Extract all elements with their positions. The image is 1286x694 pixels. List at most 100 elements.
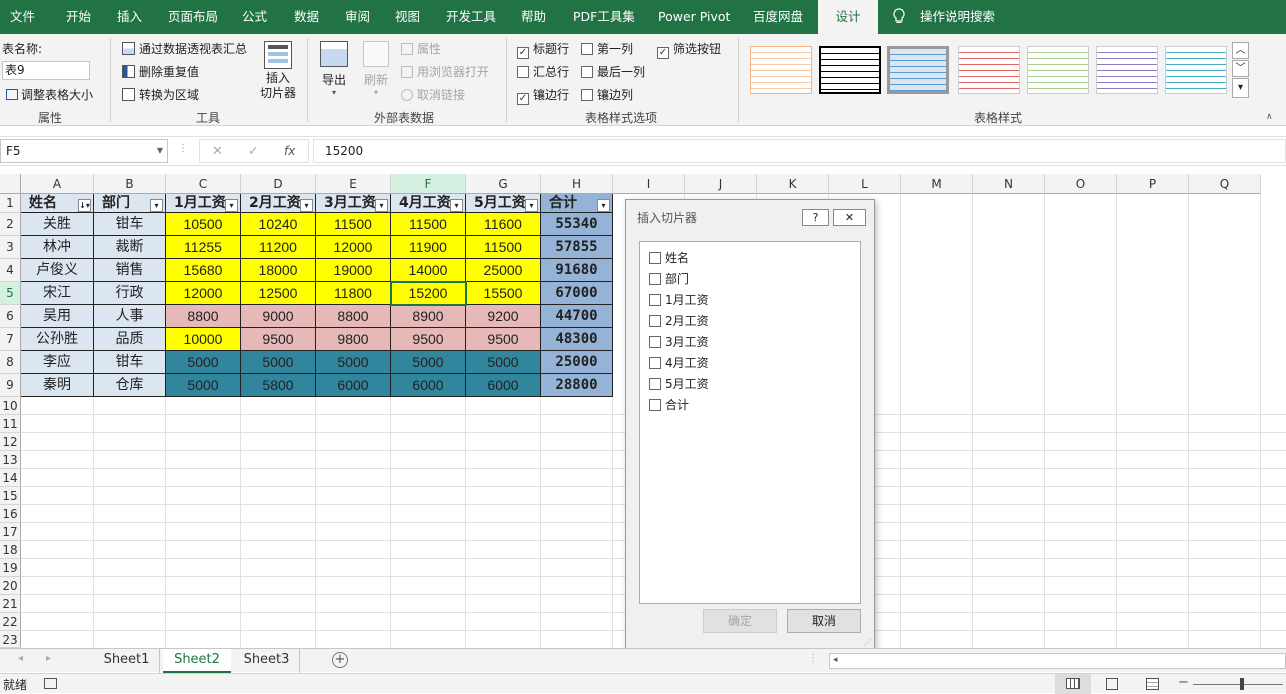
table-style-teal[interactable] (1165, 46, 1227, 94)
number-cell[interactable]: 10500 (166, 213, 241, 236)
filter-dropdown-icon[interactable]: ↓▾ (78, 199, 91, 212)
tab-baidu-netdisk[interactable]: 百度网盘 (753, 0, 803, 34)
header-cell[interactable]: 1月工资 ▾ (166, 194, 241, 213)
row-header-16[interactable]: 16 (0, 505, 21, 523)
number-cell[interactable]: 11500 (391, 213, 466, 236)
number-cell[interactable]: 18000 (241, 259, 316, 282)
collapse-ribbon-icon[interactable]: ∧ (1266, 112, 1273, 122)
filter-button-checkbox[interactable]: ✓ 筛选按钮 (657, 40, 721, 59)
row-header-8[interactable]: 8 (0, 351, 21, 374)
number-cell[interactable]: 9500 (466, 328, 541, 351)
sheet-tab-2-active[interactable]: Sheet2 (163, 649, 231, 673)
number-cell[interactable]: 9500 (391, 328, 466, 351)
number-cell[interactable]: 48300 (541, 328, 613, 351)
hscroll-left-icon[interactable]: ◂ (833, 655, 838, 665)
table-style-blue-selected[interactable] (887, 46, 949, 94)
number-cell[interactable]: 9200 (466, 305, 541, 328)
column-header-E[interactable]: E (316, 174, 391, 194)
sheet-tab-3[interactable]: Sheet3 (234, 649, 300, 673)
text-cell[interactable]: 人事 (94, 305, 166, 328)
column-header-Q[interactable]: Q (1189, 174, 1261, 194)
row-header-22[interactable]: 22 (0, 613, 21, 631)
row-header-13[interactable]: 13 (0, 451, 21, 469)
banded-columns-checkbox[interactable]: 镶边列 (581, 86, 633, 103)
field-checkbox-item[interactable]: 5月工资 (649, 375, 709, 392)
number-cell[interactable]: 6000 (466, 374, 541, 397)
summarize-pivot-button[interactable]: 通过数据透视表汇总 (122, 40, 247, 57)
normal-view-icon[interactable] (1055, 674, 1091, 694)
number-cell[interactable]: 11200 (241, 236, 316, 259)
cancel-icon[interactable]: ✕ (212, 144, 223, 159)
tab-insert[interactable]: 插入 (117, 0, 142, 34)
formula-input[interactable]: 15200 (313, 139, 1286, 163)
number-cell[interactable]: 5800 (241, 374, 316, 397)
header-cell[interactable]: 3月工资 ▾ (316, 194, 391, 213)
text-cell[interactable]: 裁断 (94, 236, 166, 259)
row-header-3[interactable]: 3 (0, 236, 21, 259)
number-cell[interactable]: 14000 (391, 259, 466, 282)
macro-record-icon[interactable] (44, 678, 57, 689)
cancel-button[interactable]: 取消 (787, 609, 861, 633)
text-cell[interactable]: 公孙胜 (21, 328, 94, 351)
text-cell[interactable]: 李应 (21, 351, 94, 374)
column-header-H[interactable]: H (541, 174, 613, 194)
properties-button[interactable]: 属性 (401, 40, 441, 57)
column-header-G[interactable]: G (466, 174, 541, 194)
name-box[interactable]: F5 ▼ (0, 139, 168, 163)
number-cell[interactable]: 5000 (241, 351, 316, 374)
insert-slicer-button[interactable]: 插入 切片器 (258, 38, 298, 104)
zoom-out-icon[interactable]: − (1178, 675, 1189, 690)
text-cell[interactable]: 钳车 (94, 351, 166, 374)
number-cell[interactable]: 11800 (316, 282, 391, 305)
tab-power-pivot[interactable]: Power Pivot (658, 0, 730, 34)
horizontal-scrollbar[interactable]: ◂ (829, 653, 1286, 669)
scroll-right-icon[interactable]: ▸ (46, 653, 51, 664)
number-cell[interactable]: 57855 (541, 236, 613, 259)
number-cell[interactable]: 8800 (166, 305, 241, 328)
row-header-21[interactable]: 21 (0, 595, 21, 613)
number-cell[interactable]: 5000 (316, 351, 391, 374)
tab-developer[interactable]: 开发工具 (446, 0, 496, 34)
tab-review[interactable]: 审阅 (345, 0, 370, 34)
text-cell[interactable]: 仓库 (94, 374, 166, 397)
open-in-browser-button[interactable]: 用浏览器打开 (401, 63, 489, 80)
enter-icon[interactable]: ✓ (248, 144, 259, 159)
row-header-7[interactable]: 7 (0, 328, 21, 351)
tab-design[interactable]: 设计 (818, 0, 878, 34)
field-checkbox-item[interactable]: 部门 (649, 270, 689, 287)
styles-scroll-up-icon[interactable]: ︿ (1232, 42, 1249, 59)
number-cell[interactable]: 8900 (391, 305, 466, 328)
table-style-black[interactable] (819, 46, 881, 94)
number-cell[interactable]: 10240 (241, 213, 316, 236)
banded-rows-checkbox[interactable]: ✓ 镶边行 (517, 86, 569, 105)
tab-help[interactable]: 帮助 (521, 0, 546, 34)
number-cell[interactable]: 11500 (316, 213, 391, 236)
unlink-button[interactable]: 取消链接 (401, 86, 465, 103)
help-button[interactable]: ? (802, 209, 829, 226)
column-header-N[interactable]: N (973, 174, 1045, 194)
text-cell[interactable]: 吴用 (21, 305, 94, 328)
text-cell[interactable]: 关胜 (21, 213, 94, 236)
row-header-17[interactable]: 17 (0, 523, 21, 541)
column-header-A[interactable]: A (21, 174, 94, 194)
header-cell[interactable]: 5月工资 ▾ (466, 194, 541, 213)
insert-function-icon[interactable]: fx (284, 144, 295, 158)
row-header-19[interactable]: 19 (0, 559, 21, 577)
row-header-4[interactable]: 4 (0, 259, 21, 282)
number-cell[interactable]: 44700 (541, 305, 613, 328)
filter-dropdown-icon[interactable]: ▾ (375, 199, 388, 212)
row-header-14[interactable]: 14 (0, 469, 21, 487)
column-header-J[interactable]: J (685, 174, 757, 194)
number-cell[interactable]: 11600 (466, 213, 541, 236)
refresh-button[interactable]: 刷新 ▾ (358, 38, 394, 104)
number-cell[interactable]: 8800 (316, 305, 391, 328)
number-cell[interactable]: 15500 (466, 282, 541, 305)
number-cell[interactable]: 5000 (466, 351, 541, 374)
number-cell[interactable]: 10000 (166, 328, 241, 351)
number-cell[interactable]: 5000 (391, 351, 466, 374)
number-cell[interactable]: 12000 (166, 282, 241, 305)
tab-home[interactable]: 开始 (66, 0, 91, 34)
header-cell[interactable]: 部门 ▾ (94, 194, 166, 213)
filter-dropdown-icon[interactable]: ▾ (300, 199, 313, 212)
resize-table-button[interactable]: 调整表格大小 (6, 86, 93, 103)
